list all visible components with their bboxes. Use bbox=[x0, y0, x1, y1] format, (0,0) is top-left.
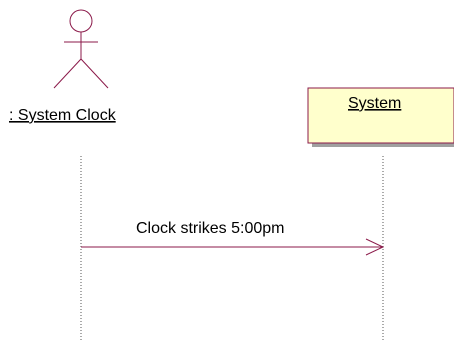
sequence-diagram: : System Clock System Clock strikes 5:00… bbox=[9, 9, 454, 341]
actor-right-leg bbox=[80, 58, 109, 89]
actor-name: : System Clock bbox=[9, 107, 117, 124]
system-object-name: System bbox=[348, 95, 401, 112]
message-label: Clock strikes 5:00pm bbox=[136, 220, 285, 237]
actor-figure-icon[interactable] bbox=[53, 9, 109, 89]
system-object[interactable]: System bbox=[307, 87, 454, 147]
actor-left-leg bbox=[53, 58, 82, 89]
message-arrow[interactable] bbox=[81, 238, 385, 256]
actor-head bbox=[69, 9, 93, 33]
